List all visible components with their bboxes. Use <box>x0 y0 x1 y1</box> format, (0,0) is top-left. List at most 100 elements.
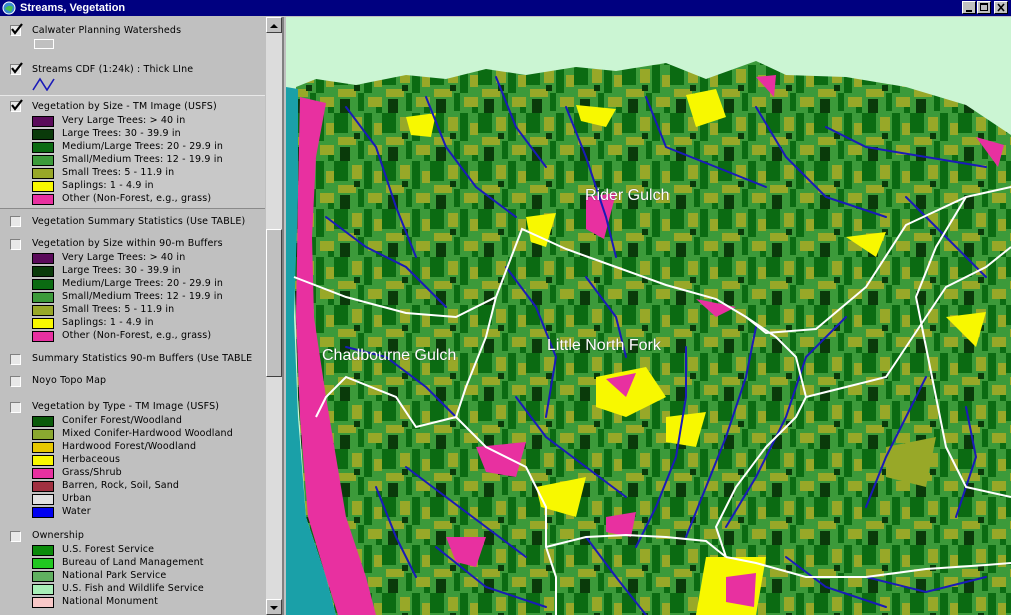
legend-label: National Park Service <box>62 570 167 581</box>
layer-name: Streams CDF (1:24k) : Thick LIne <box>32 64 194 75</box>
toc-scrollbar[interactable] <box>266 17 282 615</box>
arrow-down-icon <box>270 606 278 610</box>
legend-item: Conifer Forest/Woodland <box>32 415 272 428</box>
scroll-thumb[interactable] <box>266 229 282 377</box>
layer-name: Noyo Topo Map <box>32 375 107 386</box>
checkmark-icon <box>11 99 23 111</box>
close-icon <box>997 3 1005 12</box>
legend-item: Saplings: 1 - 4.9 in <box>32 317 272 330</box>
legend-swatch <box>32 194 54 205</box>
legend-item: U.S. Forest Service <box>32 544 272 557</box>
legend-swatch <box>32 558 54 569</box>
legend-swatch <box>32 571 54 582</box>
legend-swatch <box>32 494 54 505</box>
layer-vegetation-summary-statistics[interactable]: Vegetation Summary Statistics (Use TABLE… <box>0 209 265 233</box>
layer-name: Calwater Planning Watersheds <box>32 25 182 36</box>
layer-visibility-checkbox[interactable] <box>10 354 21 365</box>
app-window: Streams, Vegetation Calwater Planning Wa… <box>0 0 1011 615</box>
legend-item: National Monument <box>32 596 272 609</box>
scroll-down-button[interactable] <box>266 599 282 615</box>
legend-item: Mixed Conifer-Hardwood Woodland <box>32 428 272 441</box>
legend-swatch <box>32 279 54 290</box>
layer-vegetation-90m-buffers[interactable]: Vegetation by Size within 90-m Buffers V… <box>0 233 265 349</box>
map-label-chadbourne-gulch: Chadbourne Gulch <box>322 347 457 364</box>
checkmark-icon <box>11 23 23 35</box>
legend-swatch <box>32 584 54 595</box>
legend-label: Bureau of Land Management <box>62 557 204 568</box>
checkmark-icon <box>11 62 23 74</box>
scroll-up-button[interactable] <box>266 17 282 33</box>
maximize-button[interactable] <box>977 1 991 14</box>
legend-item: Water <box>32 506 272 519</box>
layer-summary-statistics-90m-buffers[interactable]: Summary Statistics 90-m Buffers (Use TAB… <box>0 349 265 371</box>
window-title: Streams, Vegetation <box>20 2 126 14</box>
map-label-little-north-fork: Little North Fork <box>547 337 661 354</box>
map-canvas[interactable]: Rider Gulch Chadbourne Gulch Little Nort… <box>286 17 1011 615</box>
layer-name: Ownership <box>32 530 85 541</box>
layer-visibility-checkbox[interactable] <box>10 62 23 75</box>
table-of-contents: Calwater Planning Watersheds Streams CDF… <box>0 17 284 615</box>
layer-visibility-checkbox[interactable] <box>10 239 21 250</box>
legend-item: Small/Medium Trees: 12 - 19.9 in <box>32 291 272 304</box>
layer-vegetation-by-size[interactable]: Vegetation by Size - TM Image (USFS) Ver… <box>0 95 265 209</box>
layer-visibility-checkbox[interactable] <box>10 376 21 387</box>
legend-label: Urban <box>62 493 92 504</box>
line-symbol-icon <box>32 77 55 91</box>
layer-ownership[interactable]: Ownership U.S. Forest Service Bureau of … <box>0 527 265 615</box>
legend-label: Other (Non-Forest, e.g., grass) <box>62 330 212 341</box>
title-bar[interactable]: Streams, Vegetation <box>0 0 1011 16</box>
layer-visibility-checkbox[interactable] <box>10 216 21 227</box>
layer-vegetation-by-type[interactable]: Vegetation by Type - TM Image (USFS) Con… <box>0 395 265 525</box>
legend-label: Hardwood Forest/Woodland <box>62 441 197 452</box>
minimize-icon <box>966 10 972 12</box>
minimize-button[interactable] <box>962 1 976 14</box>
legend-item: Bureau of Land Management <box>32 557 272 570</box>
legend-label: Large Trees: 30 - 39.9 in <box>62 128 181 139</box>
legend-label: Very Large Trees: > 40 in <box>62 252 186 263</box>
legend-item: U.S. Fish and Wildlife Service <box>32 583 272 596</box>
legend-item: Saplings: 1 - 4.9 in <box>32 180 272 193</box>
legend-item: Herbaceous <box>32 454 272 467</box>
legend-swatch <box>32 181 54 192</box>
layer-visibility-checkbox[interactable] <box>10 23 23 36</box>
legend-item: Urban <box>32 493 272 506</box>
legend-item: Barren, Rock, Soil, Sand <box>32 480 272 493</box>
layer-name: Vegetation by Size - TM Image (USFS) <box>32 101 217 112</box>
legend-label: Mixed Conifer-Hardwood Woodland <box>62 428 233 439</box>
layer-calwater-watersheds[interactable]: Calwater Planning Watersheds <box>0 17 265 55</box>
legend-label: Grass/Shrub <box>62 467 122 478</box>
legend-item: Medium/Large Trees: 20 - 29.9 in <box>32 278 272 291</box>
legend-swatch <box>32 168 54 179</box>
legend-swatch <box>32 305 54 316</box>
vegetation-map <box>286 17 1011 615</box>
polygon-outline-symbol <box>34 39 54 49</box>
arrow-up-icon <box>270 24 278 28</box>
legend-swatch <box>32 292 54 303</box>
legend-label: Small/Medium Trees: 12 - 19.9 in <box>62 291 223 302</box>
legend-label: U.S. Fish and Wildlife Service <box>62 583 204 594</box>
legend-label: Water <box>62 506 91 517</box>
legend-item: Small/Medium Trees: 12 - 19.9 in <box>32 154 272 167</box>
layer-noyo-topo-map[interactable]: Noyo Topo Map <box>0 371 265 395</box>
legend-swatch <box>32 318 54 329</box>
legend-swatch <box>32 155 54 166</box>
layer-visibility-checkbox[interactable] <box>10 402 21 413</box>
close-button[interactable] <box>994 1 1008 14</box>
legend-swatch <box>32 266 54 277</box>
layer-streams[interactable]: Streams CDF (1:24k) : Thick LIne <box>0 55 265 94</box>
legend-label: Conifer Forest/Woodland <box>62 415 183 426</box>
legend-item: Very Large Trees: > 40 in <box>32 115 272 128</box>
legend-label: Very Large Trees: > 40 in <box>62 115 186 126</box>
legend-swatch <box>32 507 54 518</box>
legend-label: Saplings: 1 - 4.9 in <box>62 180 154 191</box>
legend-item: Small Trees: 5 - 11.9 in <box>32 167 272 180</box>
legend-swatch <box>32 331 54 342</box>
layer-list: Calwater Planning Watersheds Streams CDF… <box>0 17 265 615</box>
legend-item: Hardwood Forest/Woodland <box>32 441 272 454</box>
legend-item: Grass/Shrub <box>32 467 272 480</box>
map-label-rider-gulch: Rider Gulch <box>585 187 670 204</box>
layer-visibility-checkbox[interactable] <box>10 531 21 542</box>
layer-name: Vegetation Summary Statistics (Use TABLE… <box>32 216 246 227</box>
layer-visibility-checkbox[interactable] <box>10 99 23 112</box>
legend-swatch <box>32 455 54 466</box>
